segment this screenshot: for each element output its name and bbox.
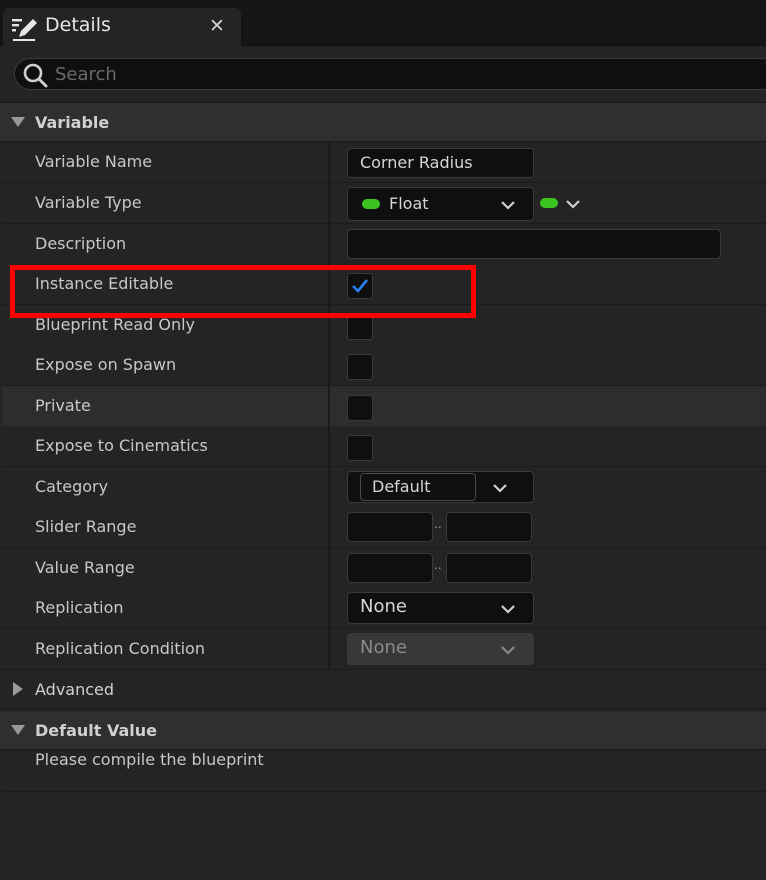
slider-range-max-field[interactable] xyxy=(446,512,532,542)
tab-details[interactable]: Details ✕ xyxy=(3,8,241,46)
property-label: Expose to Cinematics xyxy=(35,436,208,455)
category-dropdown[interactable]: Default xyxy=(347,471,534,503)
tab-title: Details xyxy=(45,14,111,36)
float-pin-icon xyxy=(540,198,558,208)
row-category: Category Default xyxy=(2,467,766,508)
row-replication-condition: Replication Condition None xyxy=(2,629,766,670)
close-icon[interactable]: ✕ xyxy=(206,16,228,38)
checkmark-icon xyxy=(352,279,369,293)
property-label: Variable Type xyxy=(35,193,142,212)
expand-arrow-icon[interactable] xyxy=(13,682,23,696)
slider-range-min-field[interactable] xyxy=(347,512,433,542)
row-expose-on-spawn: Expose on Spawn xyxy=(2,345,766,386)
chevron-down-icon xyxy=(501,605,515,614)
column-divider[interactable] xyxy=(328,467,330,507)
property-label: Replication Condition xyxy=(35,639,205,658)
row-replication: Replication None xyxy=(2,588,766,629)
row-variable-type: Variable Type Float xyxy=(2,183,766,224)
column-divider[interactable] xyxy=(328,305,330,345)
row-blueprint-read-only: Blueprint Read Only xyxy=(2,305,766,346)
private-checkbox[interactable] xyxy=(347,395,373,421)
variable-type-dropdown[interactable]: Float xyxy=(347,187,534,221)
property-label: Slider Range xyxy=(35,517,137,536)
row-expose-to-cinematics: Expose to Cinematics xyxy=(2,426,766,467)
chevron-down-icon xyxy=(493,484,507,493)
replication-condition-value: None xyxy=(360,637,407,658)
property-label: Category xyxy=(35,477,109,496)
search-input[interactable] xyxy=(55,59,755,89)
variable-type-value: Float xyxy=(389,194,429,213)
float-pin-icon xyxy=(362,199,380,209)
replication-condition-dropdown: None xyxy=(347,633,534,665)
column-divider[interactable] xyxy=(328,345,330,385)
category-input[interactable]: Default xyxy=(360,473,476,501)
column-divider[interactable] xyxy=(328,183,330,223)
property-label: Expose on Spawn xyxy=(35,355,177,374)
pencil-icon xyxy=(12,19,37,41)
column-divider[interactable] xyxy=(328,507,330,547)
column-divider[interactable] xyxy=(328,224,330,264)
row-description: Description xyxy=(2,224,766,265)
property-label: Description xyxy=(35,234,127,253)
instance-editable-checkbox[interactable] xyxy=(347,273,373,299)
row-slider-range: Slider Range .. xyxy=(2,507,766,548)
section-label: Advanced xyxy=(35,680,115,699)
description-field[interactable] xyxy=(347,229,721,259)
search-icon xyxy=(23,63,48,88)
search-row xyxy=(0,46,766,104)
section-variable[interactable]: Variable xyxy=(0,102,766,142)
value-range-max-field[interactable] xyxy=(446,553,532,583)
row-private: Private xyxy=(2,386,766,427)
collapse-arrow-icon[interactable] xyxy=(11,117,25,127)
replication-value: None xyxy=(360,596,407,617)
section-label: Variable xyxy=(35,113,110,132)
blueprint-read-only-checkbox[interactable] xyxy=(347,314,373,340)
property-label: Variable Name xyxy=(35,152,153,171)
property-label: Instance Editable xyxy=(35,274,174,293)
replication-dropdown[interactable]: None xyxy=(347,592,534,624)
section-label: Default Value xyxy=(35,721,158,740)
expose-to-cinematics-checkbox[interactable] xyxy=(347,435,373,461)
container-type-dropdown[interactable] xyxy=(538,191,586,217)
tab-bar: Details ✕ xyxy=(0,0,766,46)
search-box[interactable] xyxy=(14,58,766,90)
range-separator: .. xyxy=(434,558,442,572)
value-range-min-field[interactable] xyxy=(347,553,433,583)
property-label: Private xyxy=(35,396,91,415)
row-variable-name: Variable Name Corner Radius xyxy=(2,142,766,183)
section-default-value[interactable]: Default Value xyxy=(0,710,766,750)
row-instance-editable: Instance Editable xyxy=(2,264,766,305)
collapse-arrow-icon[interactable] xyxy=(11,725,25,735)
property-label: Blueprint Read Only xyxy=(35,315,196,334)
row-value-range: Value Range .. xyxy=(2,548,766,589)
expose-on-spawn-checkbox[interactable] xyxy=(347,354,373,380)
column-divider[interactable] xyxy=(328,426,330,466)
property-label: Value Range xyxy=(35,558,135,577)
property-label: Replication xyxy=(35,598,124,617)
chevron-down-icon xyxy=(566,200,580,209)
column-divider[interactable] xyxy=(328,386,330,426)
chevron-down-icon xyxy=(501,646,515,655)
column-divider[interactable] xyxy=(328,142,330,182)
column-divider[interactable] xyxy=(328,588,330,628)
variable-name-value: Corner Radius xyxy=(360,153,473,172)
range-separator: .. xyxy=(434,517,442,531)
compile-notice: Please compile the blueprint xyxy=(35,750,264,769)
category-value: Default xyxy=(372,477,431,496)
chevron-down-icon xyxy=(501,201,515,210)
column-divider[interactable] xyxy=(328,629,330,669)
column-divider[interactable] xyxy=(328,264,330,304)
variable-name-field[interactable]: Corner Radius xyxy=(347,148,534,178)
section-advanced[interactable]: Advanced xyxy=(0,669,766,709)
column-divider[interactable] xyxy=(328,548,330,588)
